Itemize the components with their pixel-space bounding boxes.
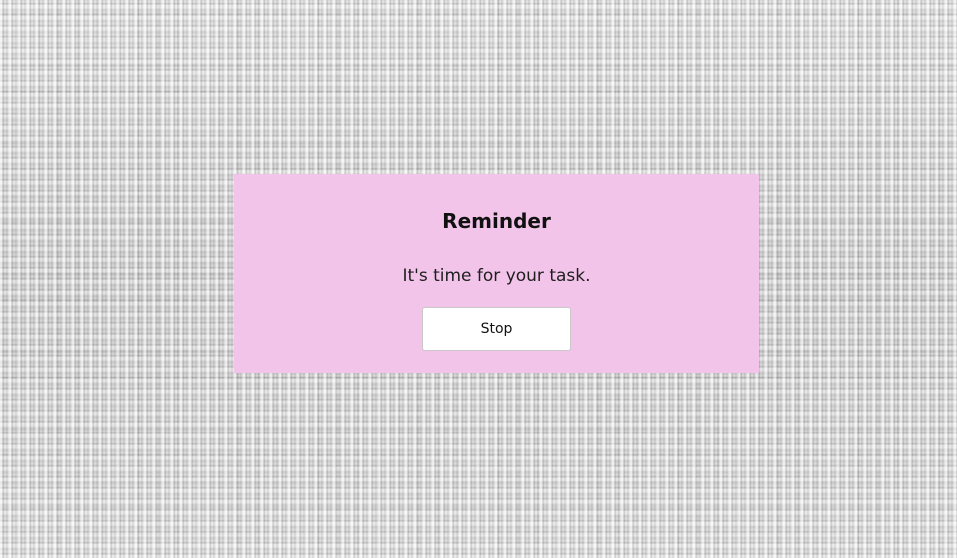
reminder-dialog: Reminder It's time for your task. Stop — [234, 174, 759, 373]
stop-button[interactable]: Stop — [422, 307, 571, 351]
dialog-title: Reminder — [442, 209, 551, 233]
dialog-message: It's time for your task. — [402, 266, 591, 286]
